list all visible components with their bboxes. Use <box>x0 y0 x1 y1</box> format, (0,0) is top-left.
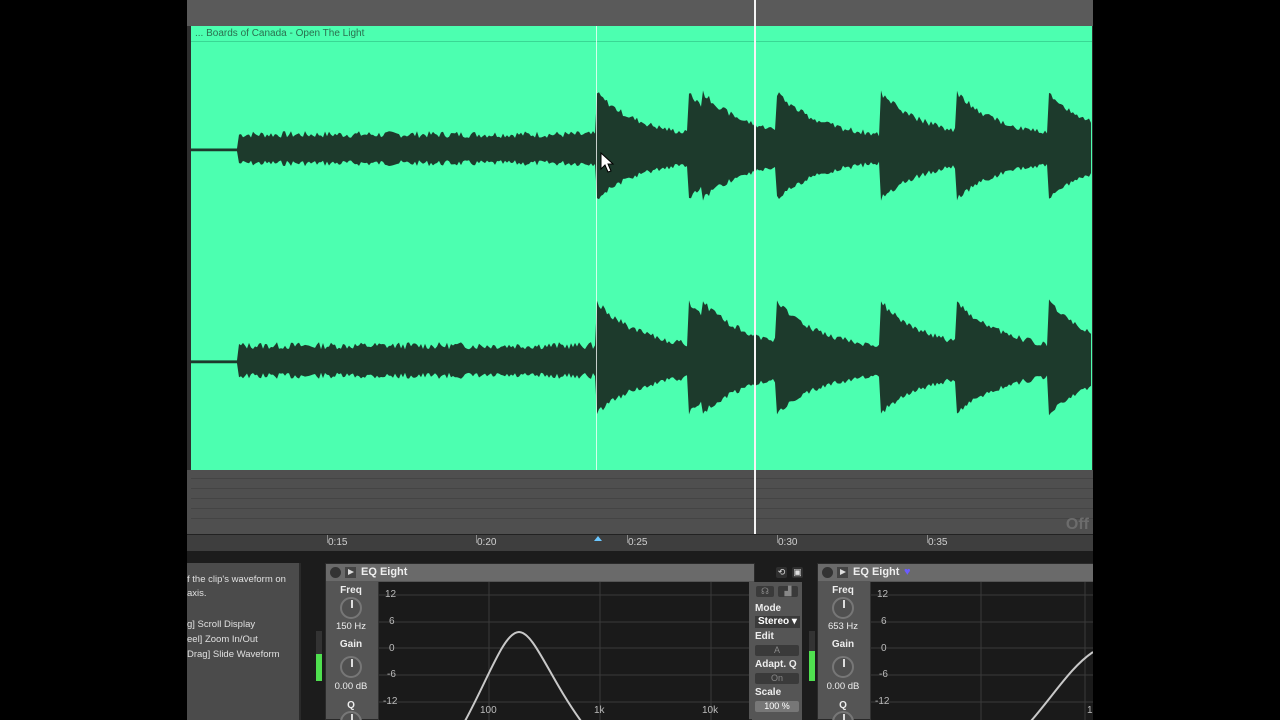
freq-tick: 10k <box>702 705 719 716</box>
q-knob[interactable] <box>832 711 854 720</box>
freq-label: Freq <box>832 585 854 596</box>
time-ruler[interactable]: 0:15 0:20 0:25 0:30 0:35 <box>187 534 1093 551</box>
track-header-strip <box>187 0 1093 26</box>
info-text: Drag] Slide Waveform <box>187 649 280 660</box>
ruler-tick-label: 0:15 <box>328 537 348 548</box>
q-label: Q <box>839 700 847 711</box>
track-off-label: Off <box>1065 516 1089 533</box>
gain-knob[interactable] <box>340 656 362 678</box>
device-name: EQ Eight <box>853 566 900 578</box>
freq-knob[interactable] <box>832 597 854 619</box>
db-tick: 12 <box>877 589 889 600</box>
eq-curve-graph <box>871 582 1093 720</box>
freq-value[interactable]: 150 Hz <box>326 621 376 632</box>
hot-swap-icon[interactable]: ⟲ <box>776 567 787 578</box>
freq-tick: 1 <box>1087 705 1093 716</box>
clip-title: ... Boards of Canada - Open The Light <box>195 28 365 39</box>
eq-display[interactable]: 12 6 0 -6 -12 100 1k 10k <box>378 582 749 720</box>
scale-label: Scale <box>755 687 782 698</box>
waveform-shape <box>191 299 1091 416</box>
gain-value[interactable]: 0.00 dB <box>326 681 376 692</box>
ruler-tick-label: 0:30 <box>778 537 798 548</box>
device-activator-button[interactable] <box>822 567 833 578</box>
info-text: eel] Zoom In/Out <box>187 634 258 645</box>
device-play-icon[interactable] <box>345 567 356 578</box>
db-tick: -6 <box>879 669 888 680</box>
save-preset-icon[interactable]: ▣ <box>792 567 803 578</box>
db-tick: -6 <box>387 669 396 680</box>
scale-value[interactable]: 100 % <box>755 701 799 712</box>
freq-label: Freq <box>340 585 362 596</box>
device-title-bar[interactable]: EQ Eight ⟲ ▣ <box>326 564 803 581</box>
live-arrangement-window: ... Boards of Canada - Open The Light Of… <box>187 0 1093 720</box>
eq-eight-device-2[interactable]: EQ Eight ♥ Freq 653 Hz Gain 0.00 dB Q 12… <box>817 563 1093 720</box>
eq-curve-graph <box>379 582 749 720</box>
mode-dropdown[interactable]: Stereo ▾ <box>755 616 800 628</box>
clip-title-bar[interactable]: ... Boards of Canada - Open The Light <box>191 26 1092 42</box>
input-meter <box>316 631 322 681</box>
device-title-bar[interactable]: EQ Eight ♥ <box>818 564 1093 581</box>
empty-track-area[interactable]: Off <box>187 470 1093 534</box>
freq-tick: 1k <box>594 705 605 716</box>
ruler-tick-label: 0:20 <box>477 537 497 548</box>
device-name: EQ Eight <box>361 566 408 578</box>
mode-label: Mode <box>755 603 782 614</box>
insert-marker-line <box>596 26 597 470</box>
waveform-channel-right <box>191 299 1091 416</box>
info-text: f the clip's waveform on <box>187 574 286 585</box>
info-text: axis. <box>187 588 207 599</box>
eq-band-curve <box>1030 651 1093 720</box>
start-marker-icon[interactable] <box>594 536 602 541</box>
waveform-shape <box>191 90 1091 201</box>
db-tick: 0 <box>389 643 395 654</box>
freq-knob[interactable] <box>340 597 362 619</box>
input-meter <box>809 631 815 681</box>
device-chain: f the clip's waveform on axis. g] Scroll… <box>187 551 1093 720</box>
q-label: Q <box>347 700 355 711</box>
db-tick: -12 <box>383 696 398 707</box>
q-knob[interactable] <box>340 711 362 720</box>
gain-label: Gain <box>831 639 855 650</box>
ruler-tick-label: 0:35 <box>928 537 948 548</box>
clip-waveform <box>191 90 1091 416</box>
headphone-icon[interactable]: ☊ <box>756 586 774 597</box>
device-play-icon[interactable] <box>837 567 848 578</box>
db-tick: -12 <box>875 696 890 707</box>
gain-label: Gain <box>339 639 363 650</box>
info-view: f the clip's waveform on axis. g] Scroll… <box>187 563 301 720</box>
ruler-tick-label: 0:25 <box>628 537 648 548</box>
heart-icon[interactable]: ♥ <box>904 566 911 578</box>
device-activator-button[interactable] <box>330 567 341 578</box>
db-tick: 12 <box>385 589 397 600</box>
gain-value[interactable]: 0.00 dB <box>818 681 868 692</box>
db-tick: 0 <box>881 643 887 654</box>
playhead[interactable] <box>754 0 756 534</box>
edit-button[interactable]: A <box>755 645 799 656</box>
info-text: g] Scroll Display <box>187 619 256 630</box>
freq-value[interactable]: 653 Hz <box>818 621 868 632</box>
freq-tick: 100 <box>480 705 497 716</box>
waveform-channel-left <box>191 90 1091 201</box>
eq-eight-device[interactable]: EQ Eight ⟲ ▣ Freq 150 Hz Gain 0.00 dB Q <box>325 563 803 720</box>
spectrum-icon[interactable]: ▟ <box>778 586 798 597</box>
eq-display[interactable]: 12 6 0 -6 -12 1 <box>870 582 1093 720</box>
edit-label: Edit <box>755 631 774 642</box>
adaptive-q-toggle[interactable]: On <box>755 673 799 684</box>
db-tick: 6 <box>389 616 395 627</box>
adaptive-q-label: Adapt. Q <box>755 659 797 670</box>
eq-side-panel: ☊ ▟ Mode Stereo ▾ Edit A Adapt. Q On Sca… <box>752 582 802 720</box>
db-tick: 6 <box>881 616 887 627</box>
audio-clip[interactable]: ... Boards of Canada - Open The Light <box>191 26 1092 470</box>
gain-knob[interactable] <box>832 656 854 678</box>
